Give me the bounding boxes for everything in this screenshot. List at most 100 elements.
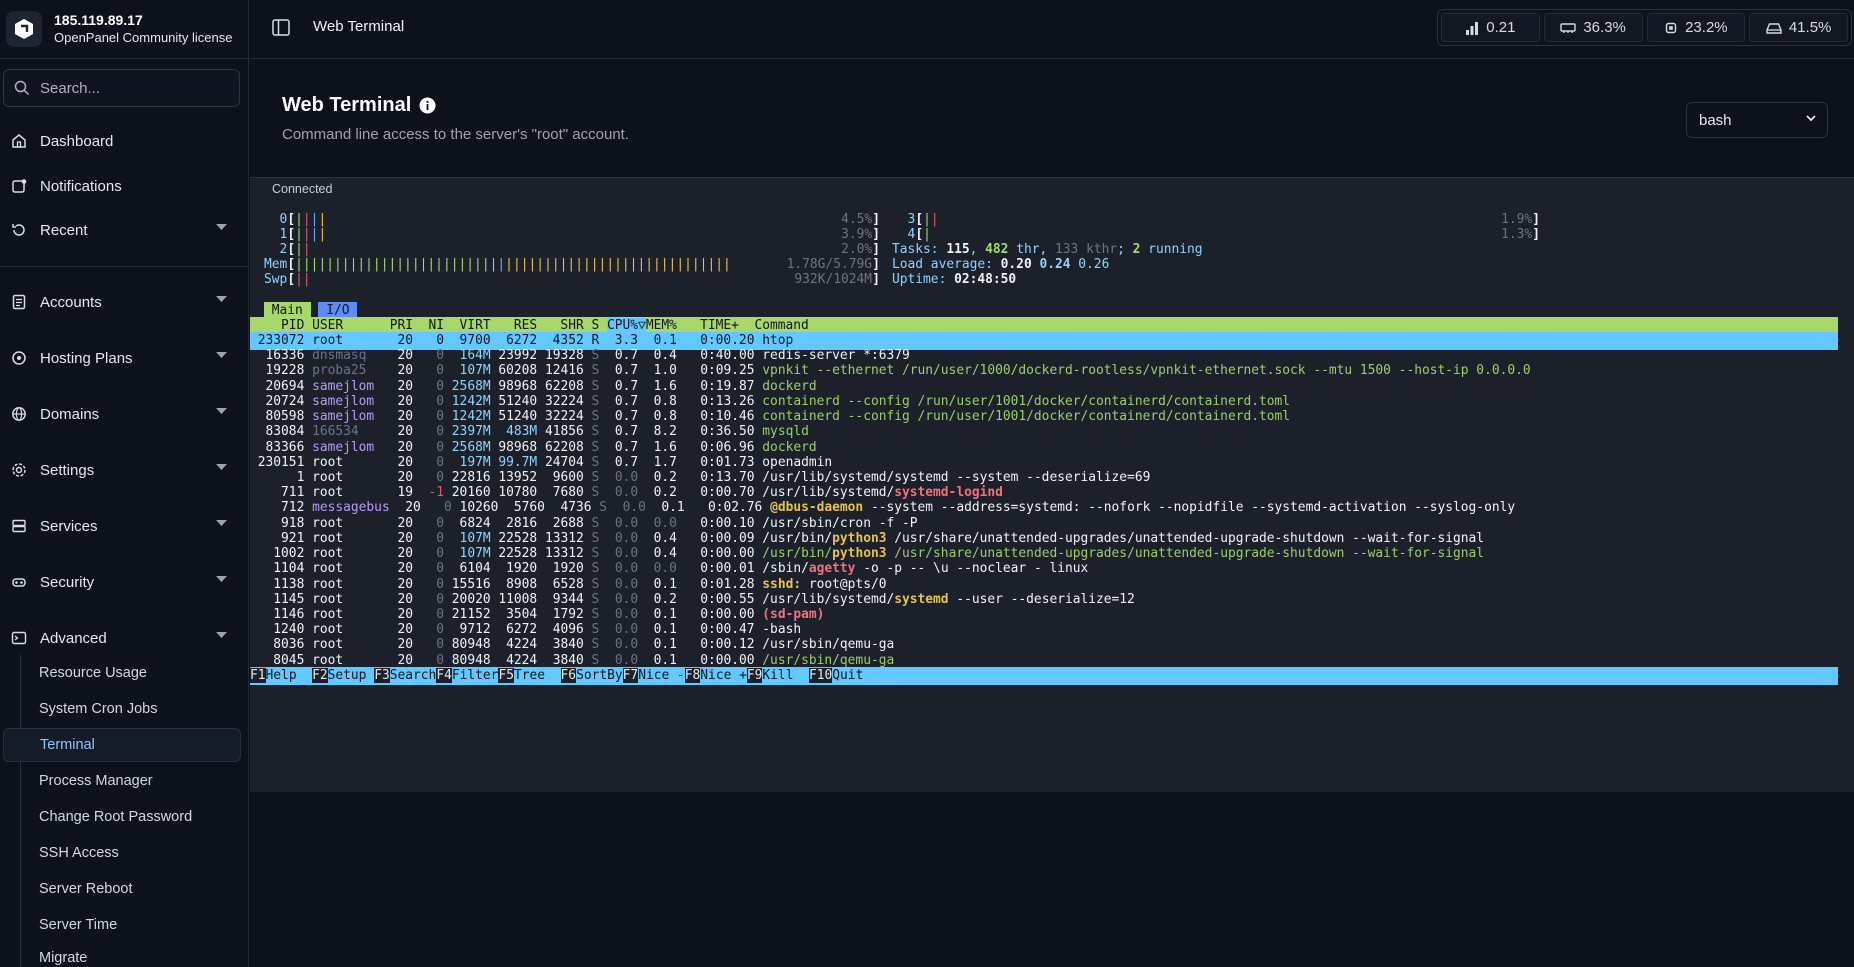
nav-security[interactable]: Security [0, 562, 249, 602]
brand[interactable]: 185.119.89.17 OpenPanel Community licens… [0, 0, 248, 59]
tasks-label: Tasks: [892, 242, 947, 257]
process-pid: 83084 [250, 424, 313, 440]
process-res: 483M [498, 424, 545, 440]
process-shr: 19328 [544, 348, 592, 364]
fkey-label[interactable]: Setup [327, 667, 375, 683]
process-virt: 2568M [451, 378, 491, 394]
fkey-f10[interactable]: F10 [808, 667, 833, 683]
meter-bar: | [645, 257, 653, 272]
disk-icon [1766, 22, 1782, 34]
process-pri: 20 [389, 622, 421, 638]
fkey-f6[interactable]: F6 [560, 667, 577, 683]
fkey-f2[interactable]: F2 [312, 667, 328, 683]
fkey-f5[interactable]: F5 [498, 667, 514, 683]
terminal-screen[interactable]: 0[| | | | 4.5%] 1[| | | | 3.9%] 2[| | 2.0%] 3[| | 1.… [250, 211, 1854, 781]
process-command-path: /usr/lib/systemd/ [762, 591, 895, 607]
process-command-name: python3 [832, 530, 887, 546]
process-command-args: /usr/share/unattended-upgrades/unattende… [886, 546, 1485, 562]
memory-stat[interactable]: 36.3% [1543, 13, 1643, 42]
fkey-f8[interactable]: F8 [684, 667, 701, 683]
fkey-label[interactable]: Nice + [700, 667, 747, 683]
fkey-f4[interactable]: F4 [436, 667, 452, 683]
fkey-label[interactable]: Tree [513, 667, 561, 683]
process-cpu: 0.7 [607, 424, 646, 440]
meter-bar: | [621, 257, 630, 272]
shell-select[interactable]: bash [1686, 102, 1828, 138]
process-pid: 83366 [250, 439, 313, 455]
header-cpu-sort[interactable]: CPU%▽ [607, 318, 646, 333]
search-input[interactable] [38, 78, 228, 98]
chevron-down-icon [216, 576, 227, 582]
fkey-label[interactable]: Nice - [638, 667, 685, 683]
nav-ssh-access[interactable]: SSH Access [22, 836, 242, 870]
fkey-label[interactable]: Filter [451, 667, 499, 683]
process-state: S [591, 576, 608, 592]
terminal[interactable]: Connected 0[| | | | 4.5%] 1[| | | | 3.9%] 2[| | 2.… [250, 177, 1854, 792]
process-mem: 0.1 [645, 622, 685, 638]
fkey-f9[interactable]: F9 [746, 667, 763, 683]
fkey-f7[interactable]: F7 [622, 667, 639, 683]
nav-migrate[interactable]: Migrate [22, 944, 242, 967]
process-state: S [591, 637, 608, 653]
meter-bar: | [598, 257, 607, 272]
load-stat[interactable]: 0.21 [1441, 13, 1540, 42]
nav-process-manager[interactable]: Process Manager [22, 764, 242, 798]
meter-bar: | [707, 257, 716, 272]
nav-server-time[interactable]: Server Time [22, 908, 242, 942]
process-command-path: /usr/lib/systemd/ [762, 485, 895, 501]
process-pid: 230151 [250, 454, 313, 470]
nav-resource-usage[interactable]: Resource Usage [22, 656, 242, 690]
process-ni: 0 [420, 606, 452, 622]
fkey-label[interactable]: Kill [762, 667, 809, 683]
nav-hosting-plans[interactable]: Hosting Plans [0, 338, 249, 378]
nav-settings[interactable]: Settings [0, 450, 249, 490]
meter-bar: | [614, 257, 622, 272]
process-time: 0:00.12 [684, 637, 763, 653]
nav-advanced[interactable]: Advanced [0, 618, 249, 658]
process-time: 0:01.73 [684, 454, 763, 470]
process-shr: 2688 [544, 515, 592, 531]
fkey-label[interactable]: Search [389, 667, 437, 683]
process-command-name: systemd-logind [894, 485, 1003, 501]
info-icon[interactable] [419, 97, 436, 114]
disk-stat[interactable]: 41.5% [1749, 13, 1848, 42]
nav-accounts[interactable]: Accounts [0, 282, 249, 322]
nav-server-reboot[interactable]: Server Reboot [22, 872, 242, 906]
cpu-stat[interactable]: 23.2% [1646, 13, 1746, 42]
fkey-label[interactable]: Quit [832, 667, 864, 683]
nav-domains[interactable]: Domains [0, 394, 249, 434]
kthreads-count: 133 kthr [1055, 242, 1118, 257]
search-box[interactable] [3, 69, 240, 107]
nav-label: Hosting Plans [40, 349, 133, 367]
process-shr: 9600 [544, 469, 592, 485]
nav-dashboard[interactable]: Dashboard [0, 121, 249, 161]
nav-system-cron-jobs[interactable]: System Cron Jobs [22, 692, 242, 726]
fkey-f1[interactable]: F1 [250, 667, 266, 683]
process-command-name: agetty [808, 561, 856, 577]
fkey-f3[interactable]: F3 [374, 667, 390, 683]
process-pid: 19228 [250, 363, 313, 379]
process-pri: 20 [389, 515, 421, 531]
nav-label: Domains [40, 405, 100, 423]
nav-recent[interactable]: Recent [0, 210, 249, 250]
nav-change-root-password[interactable]: Change Root Password [22, 800, 242, 834]
header-cols-2: MEM% TIME+ Command [645, 318, 809, 333]
nav-label: Security [40, 573, 95, 591]
sidebar-toggle-icon[interactable] [272, 19, 290, 41]
process-mem: 0.2 [645, 485, 685, 501]
nav-terminal[interactable]: Terminal [3, 728, 241, 762]
process-user: root [312, 546, 390, 562]
fkey-label[interactable]: SortBy [576, 667, 623, 683]
process-command-args: --user --deserialize=12 [948, 591, 1135, 607]
process-state: S [591, 622, 608, 638]
process-ni: 0 [428, 500, 460, 516]
process-res: 22528 [498, 530, 545, 546]
nav-notifications[interactable]: Notifications [0, 166, 249, 206]
nav-services[interactable]: Services [0, 506, 249, 546]
cpu-icon [1665, 22, 1677, 33]
process-shr: 4096 [544, 622, 592, 638]
fkey-label[interactable]: Help [265, 667, 313, 683]
process-cpu: 0.0 [607, 469, 646, 485]
nav-label: Accounts [40, 293, 102, 311]
process-shr: 1792 [544, 606, 592, 622]
